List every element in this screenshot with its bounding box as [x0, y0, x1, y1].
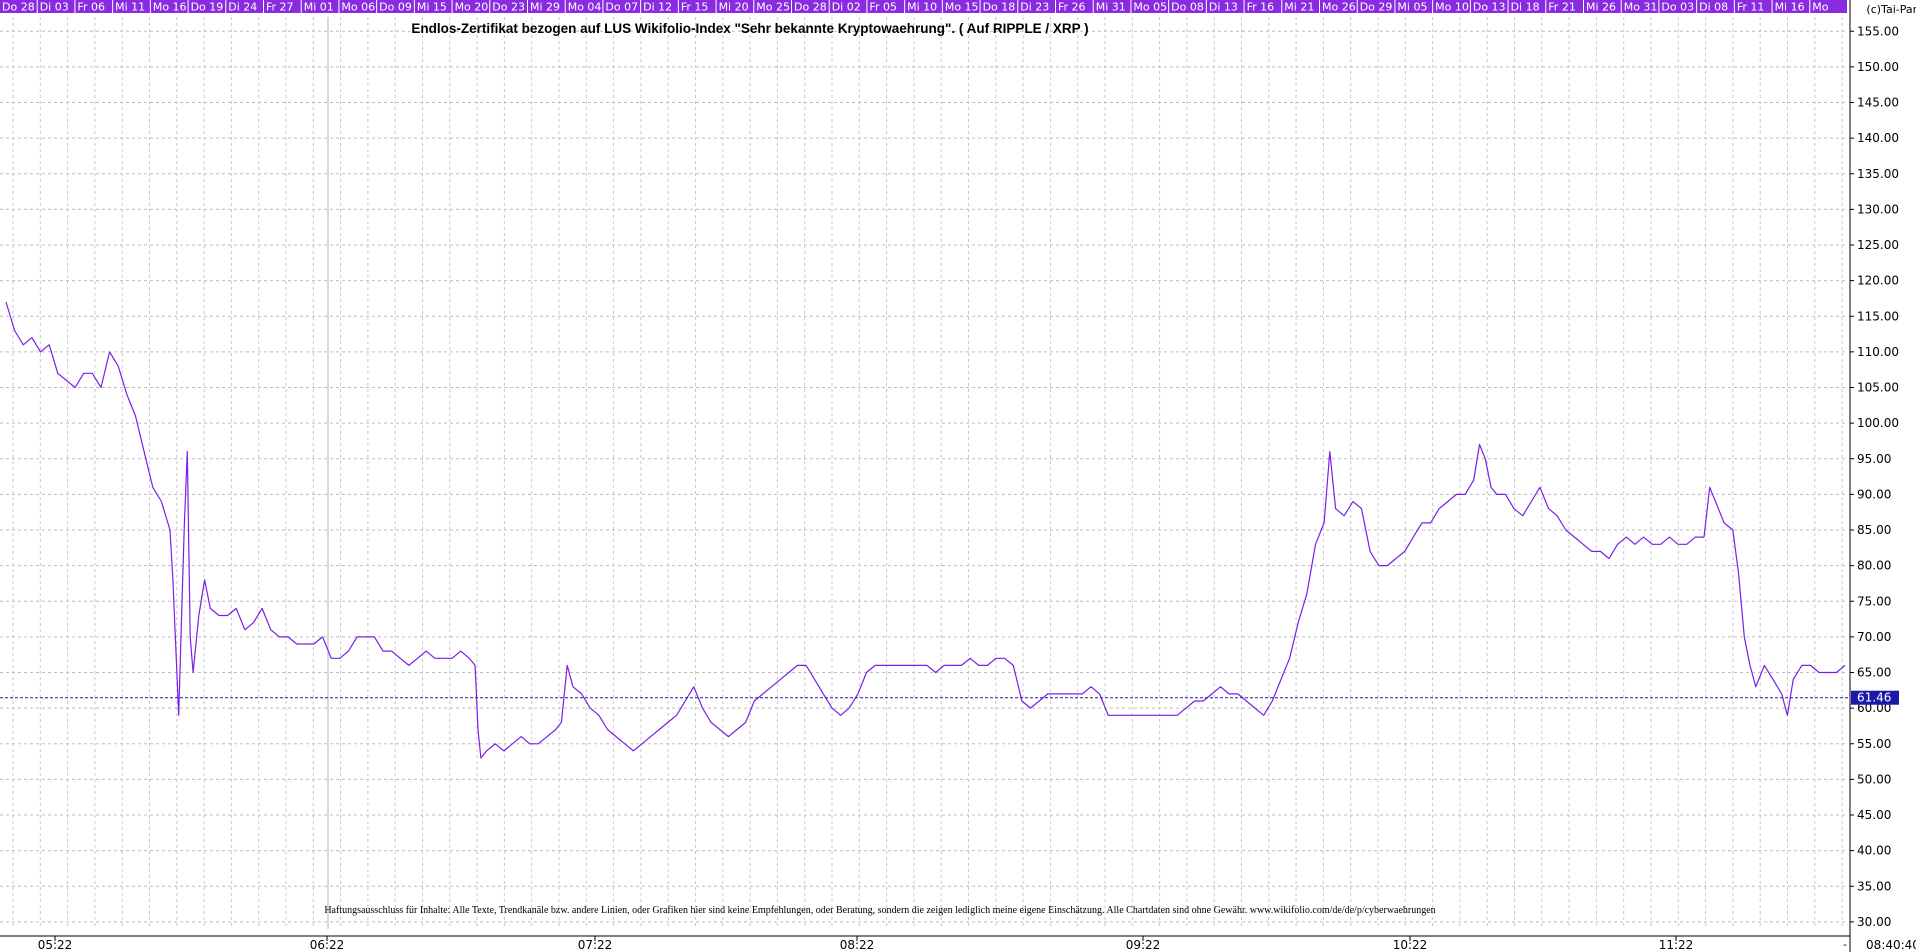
x-tick-label: 08:22	[840, 938, 875, 952]
date-strip-label: Do 07	[605, 1, 638, 14]
y-tick-label: 95.00	[1857, 452, 1891, 466]
date-strip-label: Do 03	[1661, 1, 1694, 14]
date-strip-label: Di 08	[1699, 1, 1728, 14]
date-strip-label: Mi 11	[115, 1, 145, 14]
y-tick-label: 140.00	[1857, 131, 1899, 145]
date-strip-label: Mi 05	[1397, 1, 1427, 14]
disclaimer-text: Haftungsausschluss für Inhalte: Alle Tex…	[324, 905, 1435, 916]
date-strip-label: Mo 31	[1624, 1, 1658, 14]
time-readout: 08:40:40	[1866, 938, 1916, 952]
y-tick-label: 30.00	[1857, 915, 1891, 929]
y-tick-label: 125.00	[1857, 238, 1899, 252]
date-strip-label: Do 08	[1171, 1, 1204, 14]
x-tick-label: 09:22	[1126, 938, 1161, 952]
date-strip-label: Mi 01	[304, 1, 334, 14]
date-strip-label: Mi 10	[907, 1, 937, 14]
date-strip-label: Mo 25	[756, 1, 790, 14]
date-strip-label: Mi 26	[1586, 1, 1616, 14]
date-strip-label: Mo 10	[1435, 1, 1469, 14]
chart-svg: Do 28 Di 03 Fr 06 Mi 11 Mo 16 Do 19 Di 24 Fr 27…	[0, 0, 1916, 952]
y-tick-label: 100.00	[1857, 416, 1899, 430]
date-strip-label: Fr 11	[1737, 1, 1765, 14]
y-tick-label: 90.00	[1857, 487, 1891, 501]
date-strip-label: Do 23	[492, 1, 525, 14]
date-strip-label: Di 13	[1209, 1, 1238, 14]
y-tick-label: 45.00	[1857, 808, 1891, 822]
y-tick-label: 55.00	[1857, 737, 1891, 751]
y-tick-label: 85.00	[1857, 523, 1891, 537]
y-tick-label: 120.00	[1857, 274, 1899, 288]
x-axis-end-mark: -	[1843, 938, 1847, 951]
date-strip-label: Do 09	[379, 1, 412, 14]
date-strip-label: Fr 05	[869, 1, 897, 14]
y-tick-label: 70.00	[1857, 630, 1891, 644]
date-strip: Do 28 Di 03 Fr 06 Mi 11 Mo 16 Do 19 Di 24 Fr 27…	[0, 0, 1847, 14]
y-tick-label: 155.00	[1857, 24, 1899, 38]
x-tick-label: 07:22	[578, 938, 613, 952]
last-value-label: 61.46	[1857, 691, 1891, 705]
date-strip-label: Fr 21	[1548, 1, 1576, 14]
y-tick-label: 35.00	[1857, 879, 1891, 893]
date-strip-label: Mi 31	[1096, 1, 1126, 14]
date-strip-label: Do 29	[1360, 1, 1393, 14]
y-tick-label: 50.00	[1857, 772, 1891, 786]
date-strip-label: Di 03	[40, 1, 69, 14]
date-strip-label: Do 28	[794, 1, 827, 14]
y-tick-label: 115.00	[1857, 309, 1899, 323]
date-strip-label: Di 23	[1020, 1, 1049, 14]
y-tick-label: 110.00	[1857, 345, 1899, 359]
x-tick-label: 06:22	[310, 938, 345, 952]
date-strip-label: Di 18	[1511, 1, 1540, 14]
date-strip-label: Mo 26	[1322, 1, 1356, 14]
chart-background	[0, 0, 1916, 952]
y-tick-label: 80.00	[1857, 559, 1891, 573]
date-strip-label: Mi 15	[417, 1, 447, 14]
date-strip-label: Fr 27	[266, 1, 294, 14]
date-strip-label: Mi 29	[530, 1, 560, 14]
date-strip-label: Mo	[1812, 1, 1828, 14]
date-strip-label: Di 02	[832, 1, 861, 14]
y-tick-label: 40.00	[1857, 844, 1891, 858]
y-tick-label: 145.00	[1857, 96, 1899, 110]
y-tick-label: 135.00	[1857, 167, 1899, 181]
date-strip-label: Do 18	[983, 1, 1016, 14]
y-tick-label: 150.00	[1857, 60, 1899, 74]
date-strip-label: Mo 06	[341, 1, 375, 14]
y-tick-label: 75.00	[1857, 594, 1891, 608]
date-strip-label: Mo 05	[1133, 1, 1167, 14]
date-strip-label: Di 24	[228, 1, 257, 14]
date-strip-label: Fr 26	[1058, 1, 1086, 14]
x-tick-label: 11:22	[1659, 938, 1694, 952]
date-strip-label: Mi 20	[719, 1, 749, 14]
y-tick-label: 130.00	[1857, 202, 1899, 216]
date-strip-label: Do 13	[1473, 1, 1506, 14]
y-tick-label: 105.00	[1857, 381, 1899, 395]
y-tick-label: 65.00	[1857, 666, 1891, 680]
date-strip-label: Do 28	[2, 1, 35, 14]
date-strip-label: Fr 16	[1247, 1, 1275, 14]
x-tick-label: 05:22	[38, 938, 73, 952]
date-strip-label: Mo 20	[455, 1, 489, 14]
date-strip-label: Mo 16	[153, 1, 187, 14]
date-strip-label: Do 19	[191, 1, 224, 14]
copyright-label: (c)Tai-Pan	[1866, 3, 1916, 16]
date-strip-label: Fr 06	[77, 1, 105, 14]
date-strip-label: Mi 16	[1775, 1, 1805, 14]
date-strip-label: Mi 21	[1284, 1, 1314, 14]
date-strip-label: Mo 15	[945, 1, 979, 14]
date-strip-label: Mo 04	[568, 1, 602, 14]
date-strip-label: Di 12	[643, 1, 672, 14]
x-tick-label: 10:22	[1393, 938, 1428, 952]
chart: Do 28 Di 03 Fr 06 Mi 11 Mo 16 Do 19 Di 24 Fr 27…	[0, 0, 1916, 952]
chart-title: Endlos-Zertifikat bezogen auf LUS Wikifo…	[411, 21, 1088, 36]
date-strip-label: Fr 15	[681, 1, 709, 14]
